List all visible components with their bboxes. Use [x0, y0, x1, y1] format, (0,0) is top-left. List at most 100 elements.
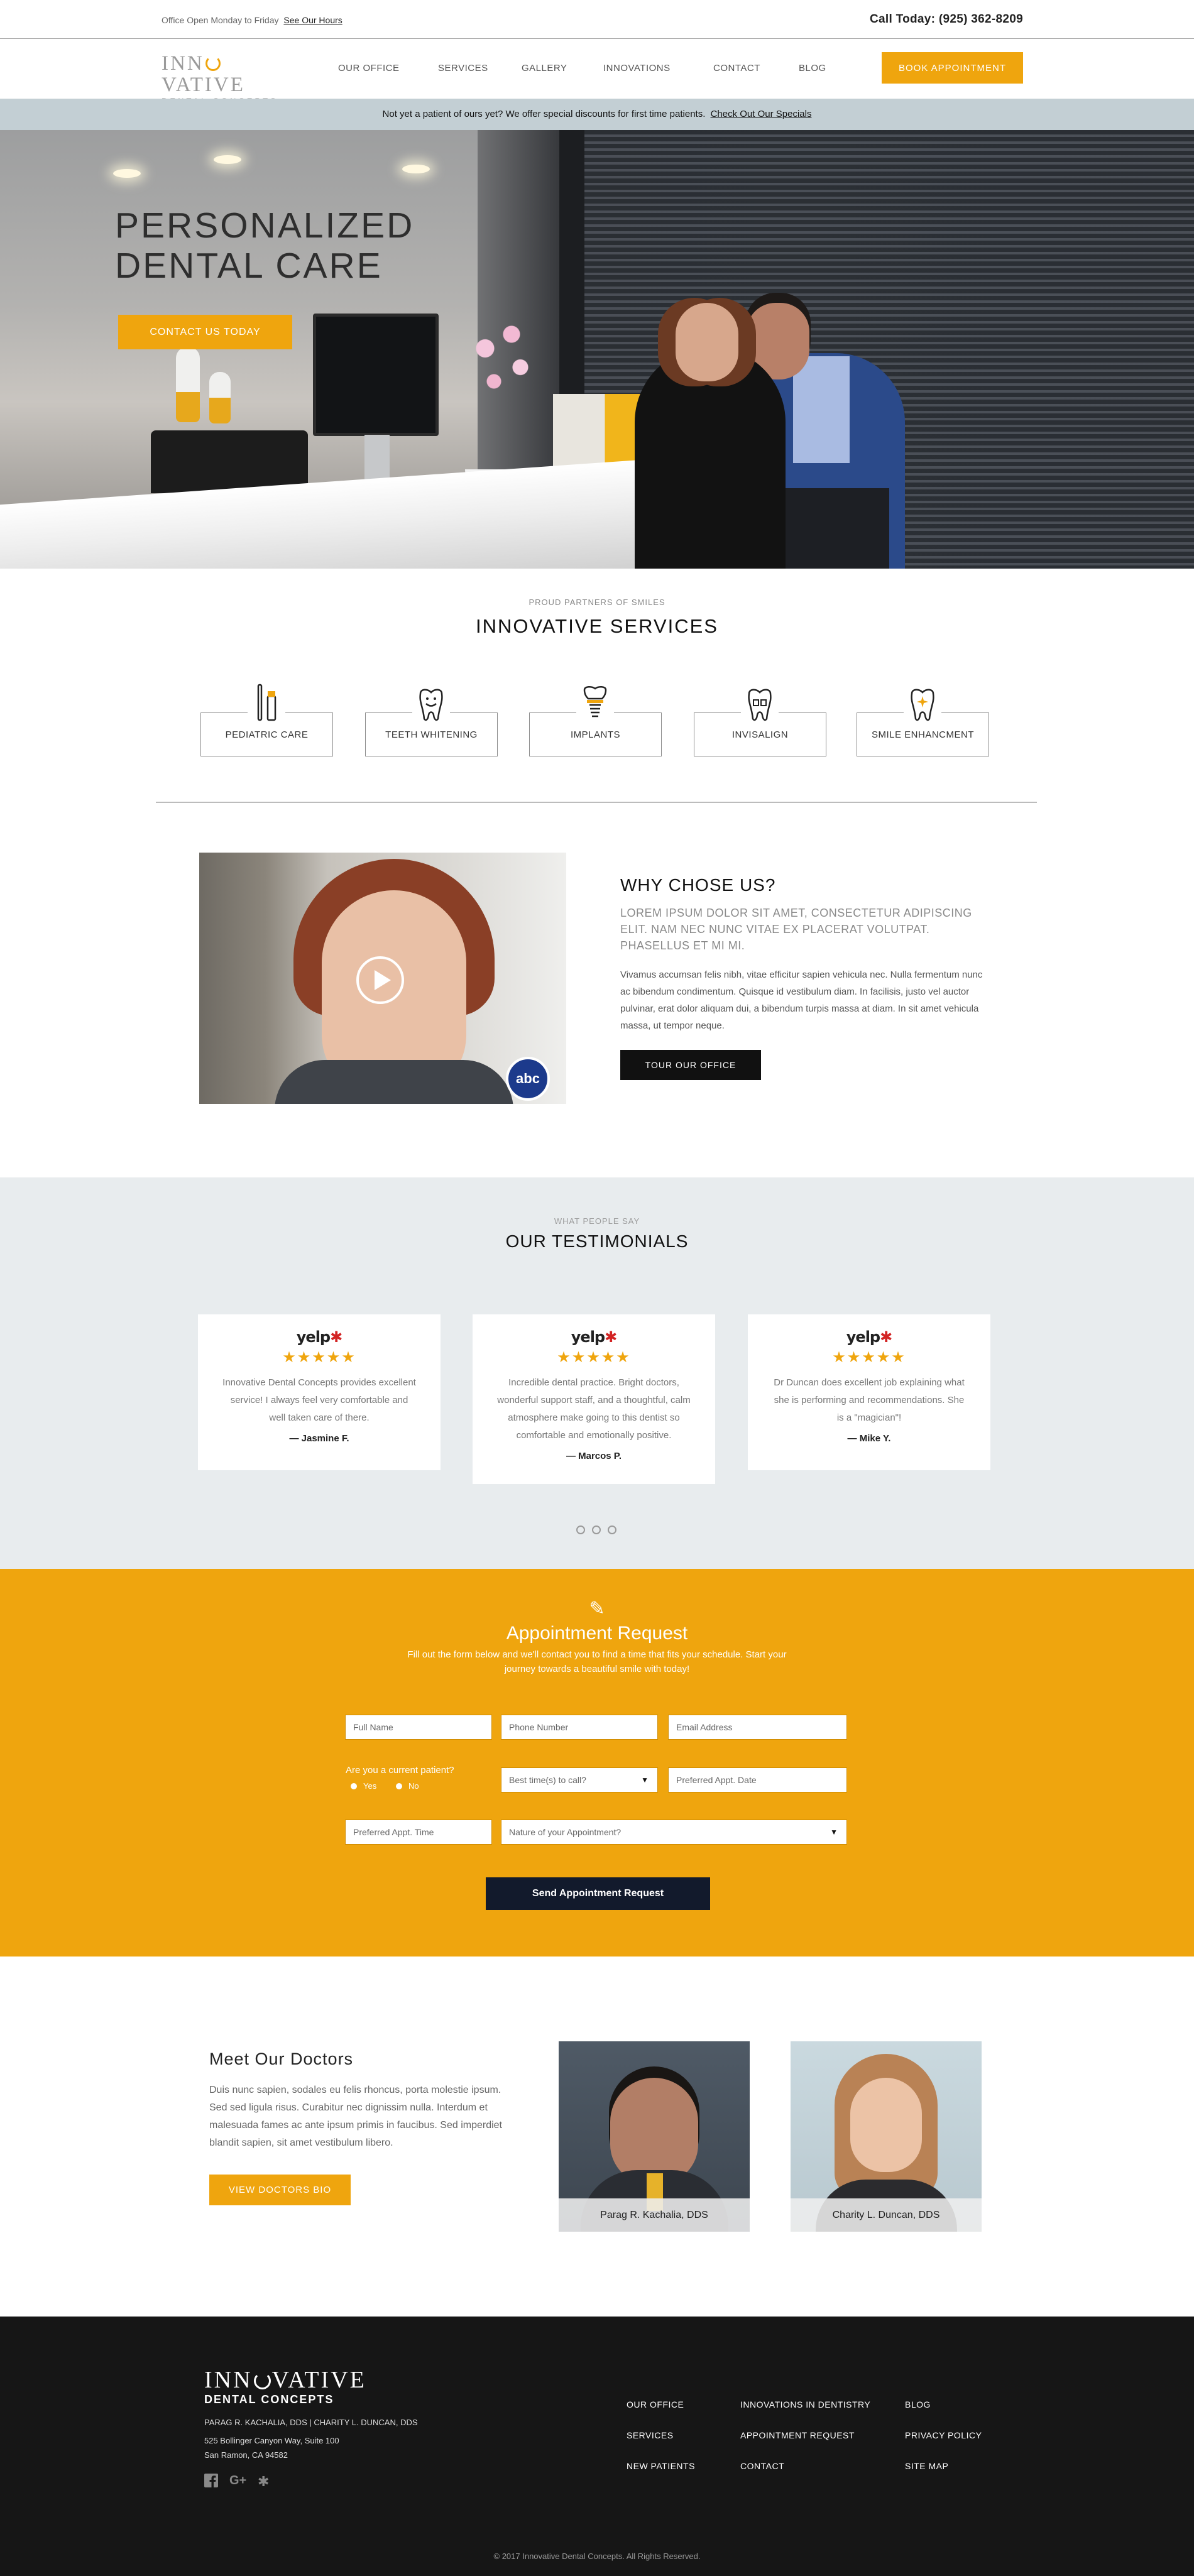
chevron-down-icon: ▼ [641, 1776, 649, 1784]
footer-link-our-office[interactable]: OUR OFFICE [627, 2399, 684, 2410]
google-plus-icon[interactable]: G+ [229, 2474, 246, 2488]
toothbrush-icon [248, 682, 285, 721]
carousel-dot[interactable] [608, 1525, 616, 1534]
nav-services[interactable]: SERVICES [438, 63, 488, 74]
email-field[interactable]: Email Address [668, 1715, 847, 1740]
carousel-dot[interactable] [576, 1525, 585, 1534]
sparkle-tooth-icon [904, 685, 941, 724]
testimonials-section: WHAT PEOPLE SAY OUR TESTIMONIALS yelp✱ ★… [0, 1177, 1194, 1569]
facebook-icon[interactable] [204, 2474, 218, 2491]
chevron-down-icon: ▼ [830, 1828, 838, 1836]
specials-link[interactable]: Check Out Our Specials [711, 109, 812, 119]
current-patient-question: Are you a current patient? [346, 1765, 454, 1776]
service-label: IMPLANTS [570, 729, 620, 740]
ceiling-light [214, 155, 241, 164]
phone-field[interactable]: Phone Number [501, 1715, 658, 1740]
footer-logo[interactable]: INN VATIVE DENTAL CONCEPTS [204, 2368, 366, 2406]
orchid-flowers [459, 315, 547, 410]
doctor-name: Parag R. Kachalia, DDS [559, 2198, 750, 2232]
star-rating: ★★★★★ [832, 1349, 906, 1366]
testimonial-author: — Mike Y. [847, 1433, 891, 1444]
ceiling-light [113, 169, 141, 178]
nature-value: Nature of your Appointment? [509, 1827, 622, 1837]
ceiling-light [402, 165, 430, 173]
tour-office-button[interactable]: TOUR OUR OFFICE [620, 1050, 761, 1080]
logo-text-b: VATIVE [162, 74, 245, 96]
footer-link-new-patients[interactable]: NEW PATIENTS [627, 2461, 695, 2471]
service-label: INVISALIGN [731, 729, 789, 740]
doctor-photo-duncan[interactable]: Charity L. Duncan, DDS [791, 2041, 982, 2232]
footer-link-sitemap[interactable]: SITE MAP [905, 2461, 948, 2471]
nav-our-office[interactable]: OUR OFFICE [338, 63, 400, 74]
testimonial-card: yelp✱ ★★★★★ Incredible dental practice. … [473, 1314, 715, 1484]
doctor-name: Charity L. Duncan, DDS [791, 2198, 982, 2232]
why-title: WHY CHOSE US? [620, 875, 776, 895]
footer-link-innovations[interactable]: INNOVATIONS IN DENTISTRY [740, 2399, 870, 2410]
services-title: INNOVATIVE SERVICES [476, 615, 718, 637]
see-hours-link[interactable]: See Our Hours [283, 15, 342, 25]
nature-select[interactable]: Nature of your Appointment? ▼ [501, 1820, 847, 1845]
testimonials-eyebrow: WHAT PEOPLE SAY [554, 1216, 640, 1226]
footer-logo-text-a: INN [204, 2367, 253, 2393]
nav-innovations[interactable]: INNOVATIONS [603, 63, 671, 74]
doctor-face [610, 2078, 698, 2185]
computer-monitor [313, 314, 439, 436]
specials-text: Not yet a patient of ours yet? We offer … [382, 109, 706, 119]
doctor-face [850, 2078, 922, 2172]
appt-date-field[interactable]: Preferred Appt. Date [668, 1767, 847, 1793]
nav-blog[interactable]: BLOG [799, 63, 826, 74]
service-label: SMILE ENHANCMENT [871, 729, 975, 740]
radio-yes[interactable]: Yes [351, 1781, 376, 1791]
radio-dot [396, 1782, 402, 1789]
radio-no-label: No [408, 1781, 419, 1791]
footer-link-privacy[interactable]: PRIVACY POLICY [905, 2430, 982, 2440]
video-subject-shirt [275, 1060, 513, 1104]
view-doctors-bio-button[interactable]: VIEW DOCTORS BIO [209, 2175, 351, 2205]
footer-link-services[interactable]: SERVICES [627, 2430, 674, 2440]
site-logo[interactable]: INNVATIVE DENTAL CONCEPTS [162, 52, 287, 106]
footer-link-blog[interactable]: BLOG [905, 2399, 931, 2410]
intro-video[interactable]: abc [199, 853, 566, 1104]
service-label: PEDIATRIC CARE [225, 729, 309, 740]
yelp-logo: yelp✱ [846, 1328, 892, 1346]
logo-text-a: INN [162, 52, 204, 75]
testimonial-quote: Incredible dental practice. Bright docto… [497, 1377, 691, 1441]
appt-time-field[interactable]: Preferred Appt. Time [345, 1820, 492, 1845]
phone-number[interactable]: Call Today: (925) 362-8209 [870, 13, 1023, 26]
doctor-man-shirt [793, 356, 850, 463]
smiling-tooth-icon [412, 685, 450, 724]
testimonial-author: — Marcos P. [566, 1451, 622, 1461]
yelp-icon[interactable]: ✱ [258, 2474, 269, 2490]
footer-link-appointment[interactable]: APPOINTMENT REQUEST [740, 2430, 855, 2440]
footer-logo-smile-o [253, 2372, 271, 2389]
play-icon[interactable] [356, 956, 404, 1004]
testimonial-author: — Jasmine F. [289, 1433, 349, 1444]
star-rating: ★★★★★ [557, 1349, 631, 1366]
footer-link-contact[interactable]: CONTACT [740, 2461, 784, 2471]
hero-title-line2: DENTAL CARE [115, 246, 383, 286]
office-hours: Office Open Monday to Friday See Our Hou… [162, 15, 342, 25]
carousel-dot[interactable] [592, 1525, 601, 1534]
why-body: Vivamus accumsan felis nibh, vitae effic… [620, 969, 983, 1031]
send-request-button[interactable]: Send Appointment Request [486, 1877, 710, 1910]
doctor-photo-kachalia[interactable]: Parag R. Kachalia, DDS [559, 2041, 750, 2232]
vase [176, 347, 200, 422]
contact-us-button[interactable]: CONTACT US TODAY [118, 315, 292, 349]
copyright: © 2017 Innovative Dental Concepts. All R… [493, 2551, 701, 2561]
yelp-wordmark: yelp [846, 1328, 880, 1346]
hero-title-line1: PERSONALIZED [115, 205, 415, 246]
radio-no[interactable]: No [396, 1781, 419, 1791]
best-time-select[interactable]: Best time(s) to call? ▼ [501, 1767, 658, 1793]
logo-smile-o [205, 56, 221, 71]
star-rating: ★★★★★ [282, 1349, 356, 1366]
book-appointment-button[interactable]: BOOK APPOINTMENT [882, 52, 1023, 84]
office-chair [151, 430, 308, 493]
nav-contact[interactable]: CONTACT [713, 63, 760, 74]
nav-gallery[interactable]: GALLERY [522, 63, 567, 74]
tooth-implant-icon [576, 684, 614, 723]
full-name-field[interactable]: Full Name [345, 1715, 492, 1740]
doctors-title: Meet Our Doctors [209, 2049, 354, 2068]
tooth-aligner-icon [741, 685, 779, 724]
pencil-icon: ✎ [589, 1598, 605, 1619]
appointment-subtitle: Fill out the form below and we'll contac… [407, 1649, 787, 1674]
